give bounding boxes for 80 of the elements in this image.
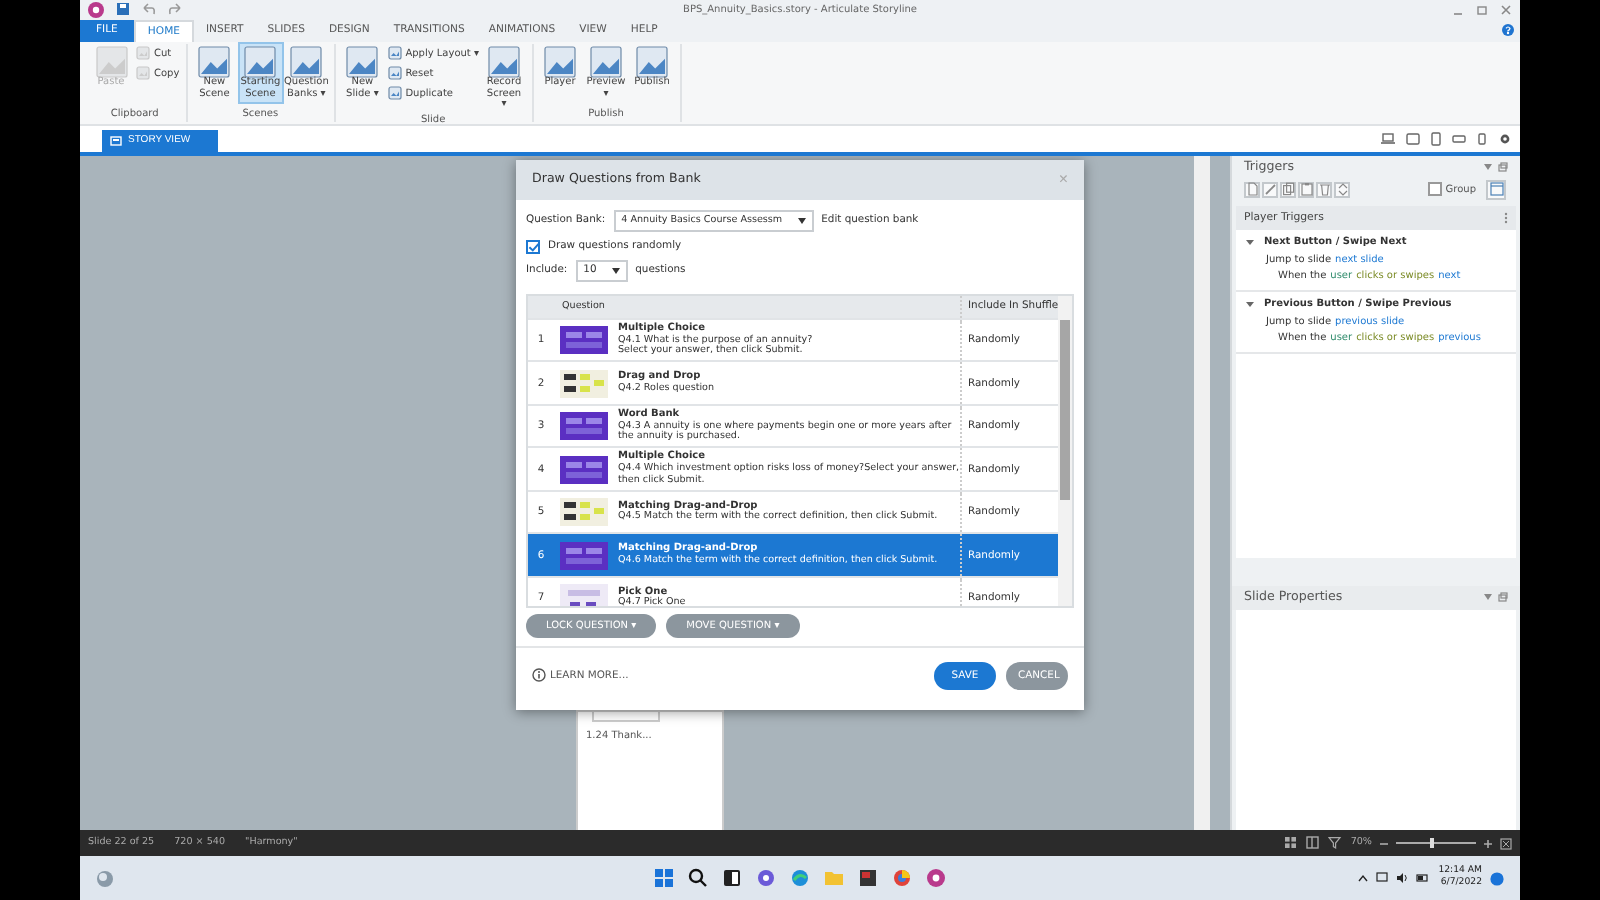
image-icon (590, 45, 622, 78)
delete-icon (1317, 182, 1331, 197)
image-icon (136, 66, 150, 81)
slide-thumbnail (560, 455, 608, 484)
notification-icon[interactable] (1490, 871, 1504, 886)
new-trigger-icon (1245, 182, 1259, 197)
slide-thumbnail (560, 541, 608, 570)
slide-view-icon[interactable] (1306, 836, 1321, 851)
restore-icon[interactable] (1476, 3, 1488, 16)
save-icon[interactable] (116, 2, 130, 17)
grid-view-icon[interactable] (1284, 836, 1299, 851)
image-icon (290, 45, 323, 78)
caret-icon[interactable] (1246, 300, 1254, 309)
toolbar-button[interactable] (1298, 181, 1314, 198)
tablet-icon[interactable] (1430, 131, 1442, 146)
toolbar-button[interactable] (1262, 181, 1278, 198)
help-icon[interactable] (1502, 23, 1514, 36)
toolbar-button[interactable] (1280, 181, 1296, 198)
info-icon (532, 668, 546, 683)
chat-icon[interactable] (756, 868, 776, 889)
caret-icon[interactable] (1484, 161, 1492, 172)
undock-icon[interactable] (1498, 161, 1508, 172)
caret-icon[interactable] (1484, 592, 1492, 603)
checkmark-icon (527, 241, 539, 252)
image-icon (387, 86, 402, 101)
copy-icon (1281, 182, 1295, 197)
checkbox[interactable] (1427, 182, 1442, 197)
moon-icon[interactable] (96, 869, 114, 888)
image-icon (244, 45, 277, 78)
window-icon[interactable] (722, 868, 742, 889)
slide-thumbnail (560, 326, 608, 355)
laptop-icon[interactable] (1380, 131, 1396, 146)
image-icon (136, 46, 150, 61)
storyboard-icon (110, 135, 122, 146)
paste-icon (1299, 182, 1313, 197)
app-logo-icon (88, 1, 104, 18)
speaker-icon[interactable] (1396, 872, 1409, 885)
caret-icon[interactable] (1246, 238, 1254, 247)
image-icon (387, 46, 402, 61)
checkbox[interactable] (526, 239, 540, 254)
display-icon[interactable] (1376, 872, 1389, 885)
slide-thumbnail (560, 498, 608, 527)
app-icon[interactable] (858, 868, 878, 889)
image-icon (387, 66, 402, 81)
slide-thumbnail (560, 412, 608, 441)
window-icon (1489, 182, 1503, 197)
settings-icon[interactable] (1498, 131, 1512, 146)
image-icon (488, 45, 520, 78)
slider-thumb[interactable] (1430, 838, 1435, 849)
toolbar-button[interactable] (1244, 181, 1260, 198)
toolbar-button[interactable] (1486, 179, 1506, 200)
undock-icon[interactable] (1498, 592, 1508, 603)
chevron-up-icon[interactable] (1358, 874, 1369, 883)
battery-icon[interactable] (1416, 872, 1431, 885)
image-icon (636, 45, 668, 78)
image-icon (198, 45, 231, 78)
app-icon[interactable] (926, 868, 946, 889)
filter-icon[interactable] (1328, 836, 1343, 851)
phone-icon[interactable] (1476, 131, 1488, 146)
undo-icon[interactable] (142, 2, 156, 17)
caret-icon (611, 267, 620, 274)
image-icon (346, 45, 379, 78)
redo-icon[interactable] (168, 2, 182, 17)
move-icon (1335, 182, 1349, 197)
fit-icon[interactable] (1500, 837, 1512, 850)
grid-icon[interactable] (654, 868, 674, 889)
circle-icon[interactable] (892, 868, 912, 889)
caret-icon (797, 217, 806, 224)
slide-thumbnail (560, 369, 608, 398)
image-icon (544, 45, 576, 78)
zoom-in-icon[interactable] (1484, 839, 1492, 848)
close-icon[interactable] (1500, 3, 1512, 16)
toolbar-button[interactable] (1316, 181, 1332, 198)
slide-thumbnail (560, 584, 608, 606)
phone-landscape-icon[interactable] (1452, 131, 1466, 146)
toolbar-button[interactable] (1334, 181, 1350, 198)
search-icon[interactable] (688, 868, 708, 889)
monitor-icon[interactable] (1406, 131, 1420, 146)
globe-icon[interactable] (790, 868, 810, 889)
edit-icon (1263, 182, 1277, 197)
